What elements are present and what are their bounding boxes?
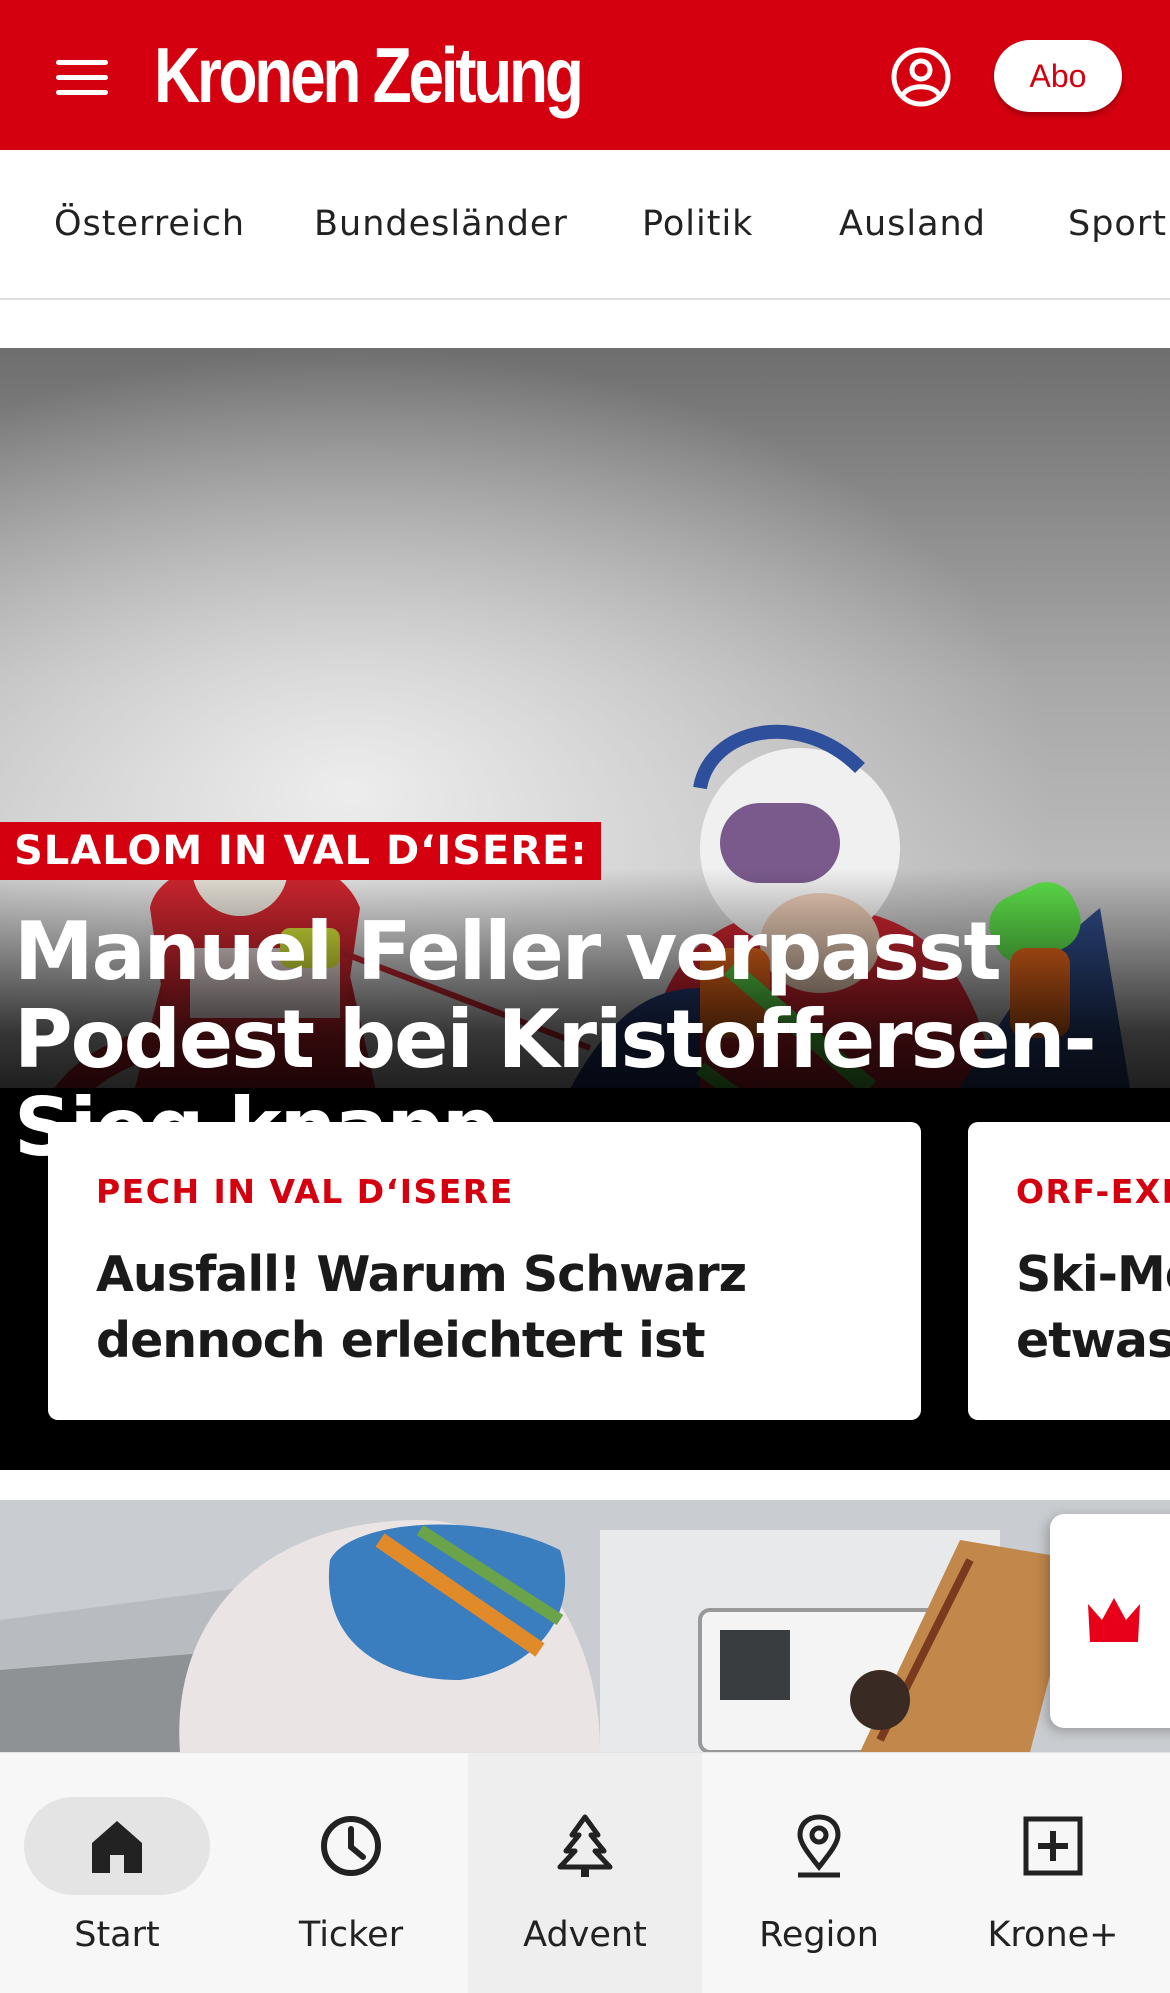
location-pin-icon [797, 1814, 841, 1878]
nav-item-bundeslaender[interactable]: Bundesländer [314, 150, 568, 298]
hero-kicker[interactable]: SLALOM IN VAL D‘ISERE: [0, 822, 602, 880]
tree-icon [557, 1814, 613, 1877]
menu-icon-bar [56, 60, 108, 65]
card-headline: Ausfall! Warum Schwarz dennoch erleichte… [96, 1242, 856, 1374]
menu-button[interactable] [52, 48, 116, 104]
card-headline-line: etwas [1016, 1312, 1170, 1369]
menu-icon-bar [56, 90, 108, 95]
clock-icon [321, 1816, 381, 1876]
related-article-card[interactable]: ORF-EXPERTE Ski-Mö etwas [968, 1122, 1170, 1420]
card-kicker: PECH IN VAL D‘ISERE [96, 1172, 514, 1211]
card-kicker: ORF-EXPERTE [1016, 1172, 1170, 1211]
hero-section: SLALOM IN VAL D‘ISERE: Manuel Feller ver… [0, 348, 1170, 1470]
article-image[interactable] [0, 1500, 1170, 1752]
tab-label: Advent [523, 1915, 647, 1955]
nav-item-ausland[interactable]: Ausland [839, 150, 986, 298]
nav-item-oesterreich[interactable]: Österreich [54, 150, 245, 298]
nav-item-sport[interactable]: Sport [1068, 150, 1167, 298]
card-headline: Ski-Mö etwas [1016, 1242, 1170, 1374]
tab-krone-plus[interactable]: Krone+ [936, 1753, 1170, 1993]
home-icon [92, 1821, 142, 1873]
nav-item-politik[interactable]: Politik [642, 150, 753, 298]
user-icon [891, 47, 951, 107]
bottom-navigation: Start Ticker Advent Region Krone+ [0, 1752, 1170, 1993]
brand-logo[interactable]: Kronen Zeitung [154, 30, 584, 120]
tab-ticker[interactable]: Ticker [234, 1753, 468, 1993]
tab-advent[interactable]: Advent [468, 1753, 702, 1993]
category-nav: Österreich Bundesländer Politik Ausland … [0, 150, 1170, 300]
tab-label: Ticker [298, 1915, 404, 1955]
card-headline-line: dennoch erleichtert ist [96, 1312, 706, 1369]
card-headline-line: Ausfall! Warum Schwarz [96, 1246, 747, 1303]
tab-start[interactable]: Start [0, 1753, 234, 1993]
crown-icon [1088, 1598, 1140, 1642]
tab-label: Region [759, 1915, 879, 1955]
tab-label: Start [74, 1915, 160, 1955]
app-header: Kronen Zeitung Abo [0, 0, 1170, 150]
related-article-card[interactable]: PECH IN VAL D‘ISERE Ausfall! Warum Schwa… [48, 1122, 921, 1420]
abo-button[interactable]: Abo [994, 40, 1122, 112]
menu-icon-bar [56, 75, 108, 80]
user-account-button[interactable] [890, 46, 952, 108]
card-headline-line: Ski-Mö [1016, 1246, 1170, 1303]
plus-box-icon [1023, 1816, 1083, 1876]
tab-label: Krone+ [987, 1915, 1119, 1955]
krone-plus-floating-button[interactable] [1050, 1514, 1170, 1728]
tab-region[interactable]: Region [702, 1753, 936, 1993]
